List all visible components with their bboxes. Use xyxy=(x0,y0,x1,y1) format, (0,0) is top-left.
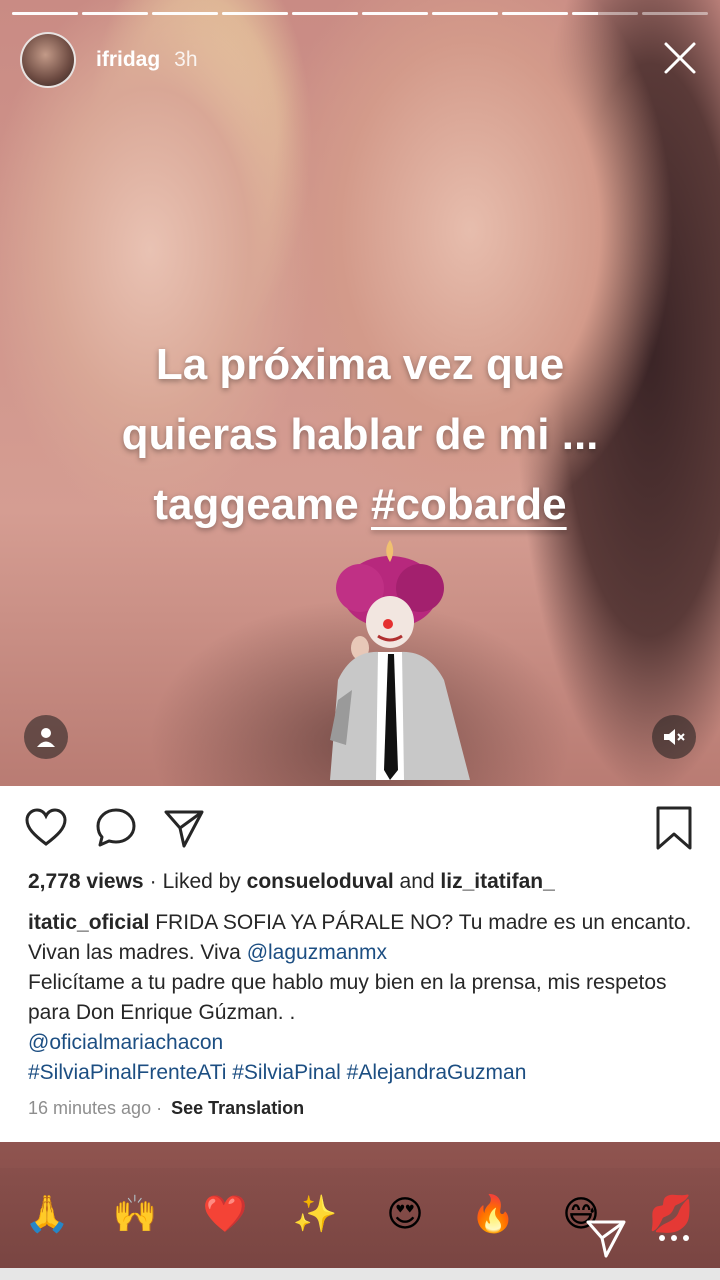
overlay-word: taggeame xyxy=(153,480,359,529)
overlay-hashtag[interactable]: #cobarde xyxy=(371,480,567,529)
liker-link[interactable]: liz_itatifan_ xyxy=(440,870,554,893)
close-icon xyxy=(664,42,696,74)
overlay-line-3: taggeame #cobarde xyxy=(40,470,680,540)
liker-link[interactable]: consueloduval xyxy=(247,870,394,893)
speaker-muted-icon xyxy=(664,729,685,745)
overlay-line-2: quieras hablar de mi ... xyxy=(121,410,599,459)
shared-post-card: 2,778 views · Liked by consueloduval and l… xyxy=(0,786,720,1142)
heart-emoji[interactable]: ❤️ xyxy=(200,1190,250,1240)
folded-hands-emoji[interactable]: 🙏 xyxy=(22,1190,72,1240)
story-overlay-text: La próxima vez que quieras hablar de mi … xyxy=(40,330,680,540)
progress-segment xyxy=(152,12,218,15)
story-time: 3h xyxy=(174,48,198,71)
send-icon[interactable] xyxy=(584,1216,628,1260)
view-count[interactable]: 2,778 views xyxy=(28,870,144,893)
sparkles-emoji[interactable]: ✨ xyxy=(290,1190,340,1240)
progress-segment xyxy=(502,12,568,15)
avatar[interactable] xyxy=(20,32,76,88)
progress-segment xyxy=(12,12,78,15)
meta-separator: · xyxy=(156,1098,163,1118)
story-header: ifridag 3h xyxy=(20,32,700,88)
bookmark-icon[interactable] xyxy=(652,806,696,850)
overlay-line-1: La próxima vez que xyxy=(155,340,565,389)
caption-mention[interactable]: @oficialmariachacon xyxy=(28,1031,223,1054)
fire-emoji[interactable]: 🔥 xyxy=(468,1190,518,1240)
profile-button[interactable] xyxy=(24,715,68,759)
reply-field-edge xyxy=(0,1268,720,1280)
caption-mention[interactable]: @laguzmanmx xyxy=(247,941,387,964)
close-button[interactable] xyxy=(660,38,700,78)
comment-bubble-icon[interactable] xyxy=(94,806,138,850)
see-translation-link[interactable]: See Translation xyxy=(171,1098,304,1118)
post-meta: 16 minutes ago · See Translation xyxy=(28,1098,304,1119)
raised-hands-emoji[interactable]: 🙌 xyxy=(110,1190,160,1240)
person-icon xyxy=(37,728,55,747)
stats-separator: · xyxy=(149,870,157,893)
and-label: and xyxy=(399,870,435,893)
progress-segment xyxy=(362,12,428,15)
progress-segment xyxy=(642,12,708,15)
progress-segment xyxy=(572,12,638,15)
post-stats: 2,778 views · Liked by consueloduval and l… xyxy=(28,870,700,894)
story-username[interactable]: ifridag xyxy=(96,48,160,72)
clown-sticker xyxy=(330,540,470,780)
story-progress-bar xyxy=(12,12,708,16)
post-caption: itatic_oficial FRIDA SOFIA YA PÁRALE NO?… xyxy=(28,908,696,1088)
caption-hashtags[interactable]: #SilviaPinalFrenteATi #SilviaPinal #Alej… xyxy=(28,1061,526,1084)
progress-segment xyxy=(82,12,148,15)
post-actions xyxy=(24,806,696,852)
mute-button[interactable] xyxy=(652,715,696,759)
caption-username[interactable]: itatic_oficial xyxy=(28,911,149,934)
progress-segment xyxy=(222,12,288,15)
heart-eyes-emoji[interactable]: 😍 xyxy=(380,1190,430,1240)
more-dots-icon[interactable] xyxy=(656,1228,692,1248)
progress-segment xyxy=(292,12,358,15)
progress-segment xyxy=(432,12,498,15)
quick-reactions-bar: 🙏 🙌 ❤️ ✨ 😍 🔥 😅 💋 xyxy=(0,1168,720,1280)
paper-plane-icon[interactable] xyxy=(162,806,206,850)
heart-outline-icon[interactable] xyxy=(24,806,68,850)
post-time-ago: 16 minutes ago xyxy=(28,1098,152,1118)
liked-by-label: Liked by xyxy=(162,870,241,893)
caption-text: Felicítame a tu padre que hablo muy bien… xyxy=(28,971,667,1024)
